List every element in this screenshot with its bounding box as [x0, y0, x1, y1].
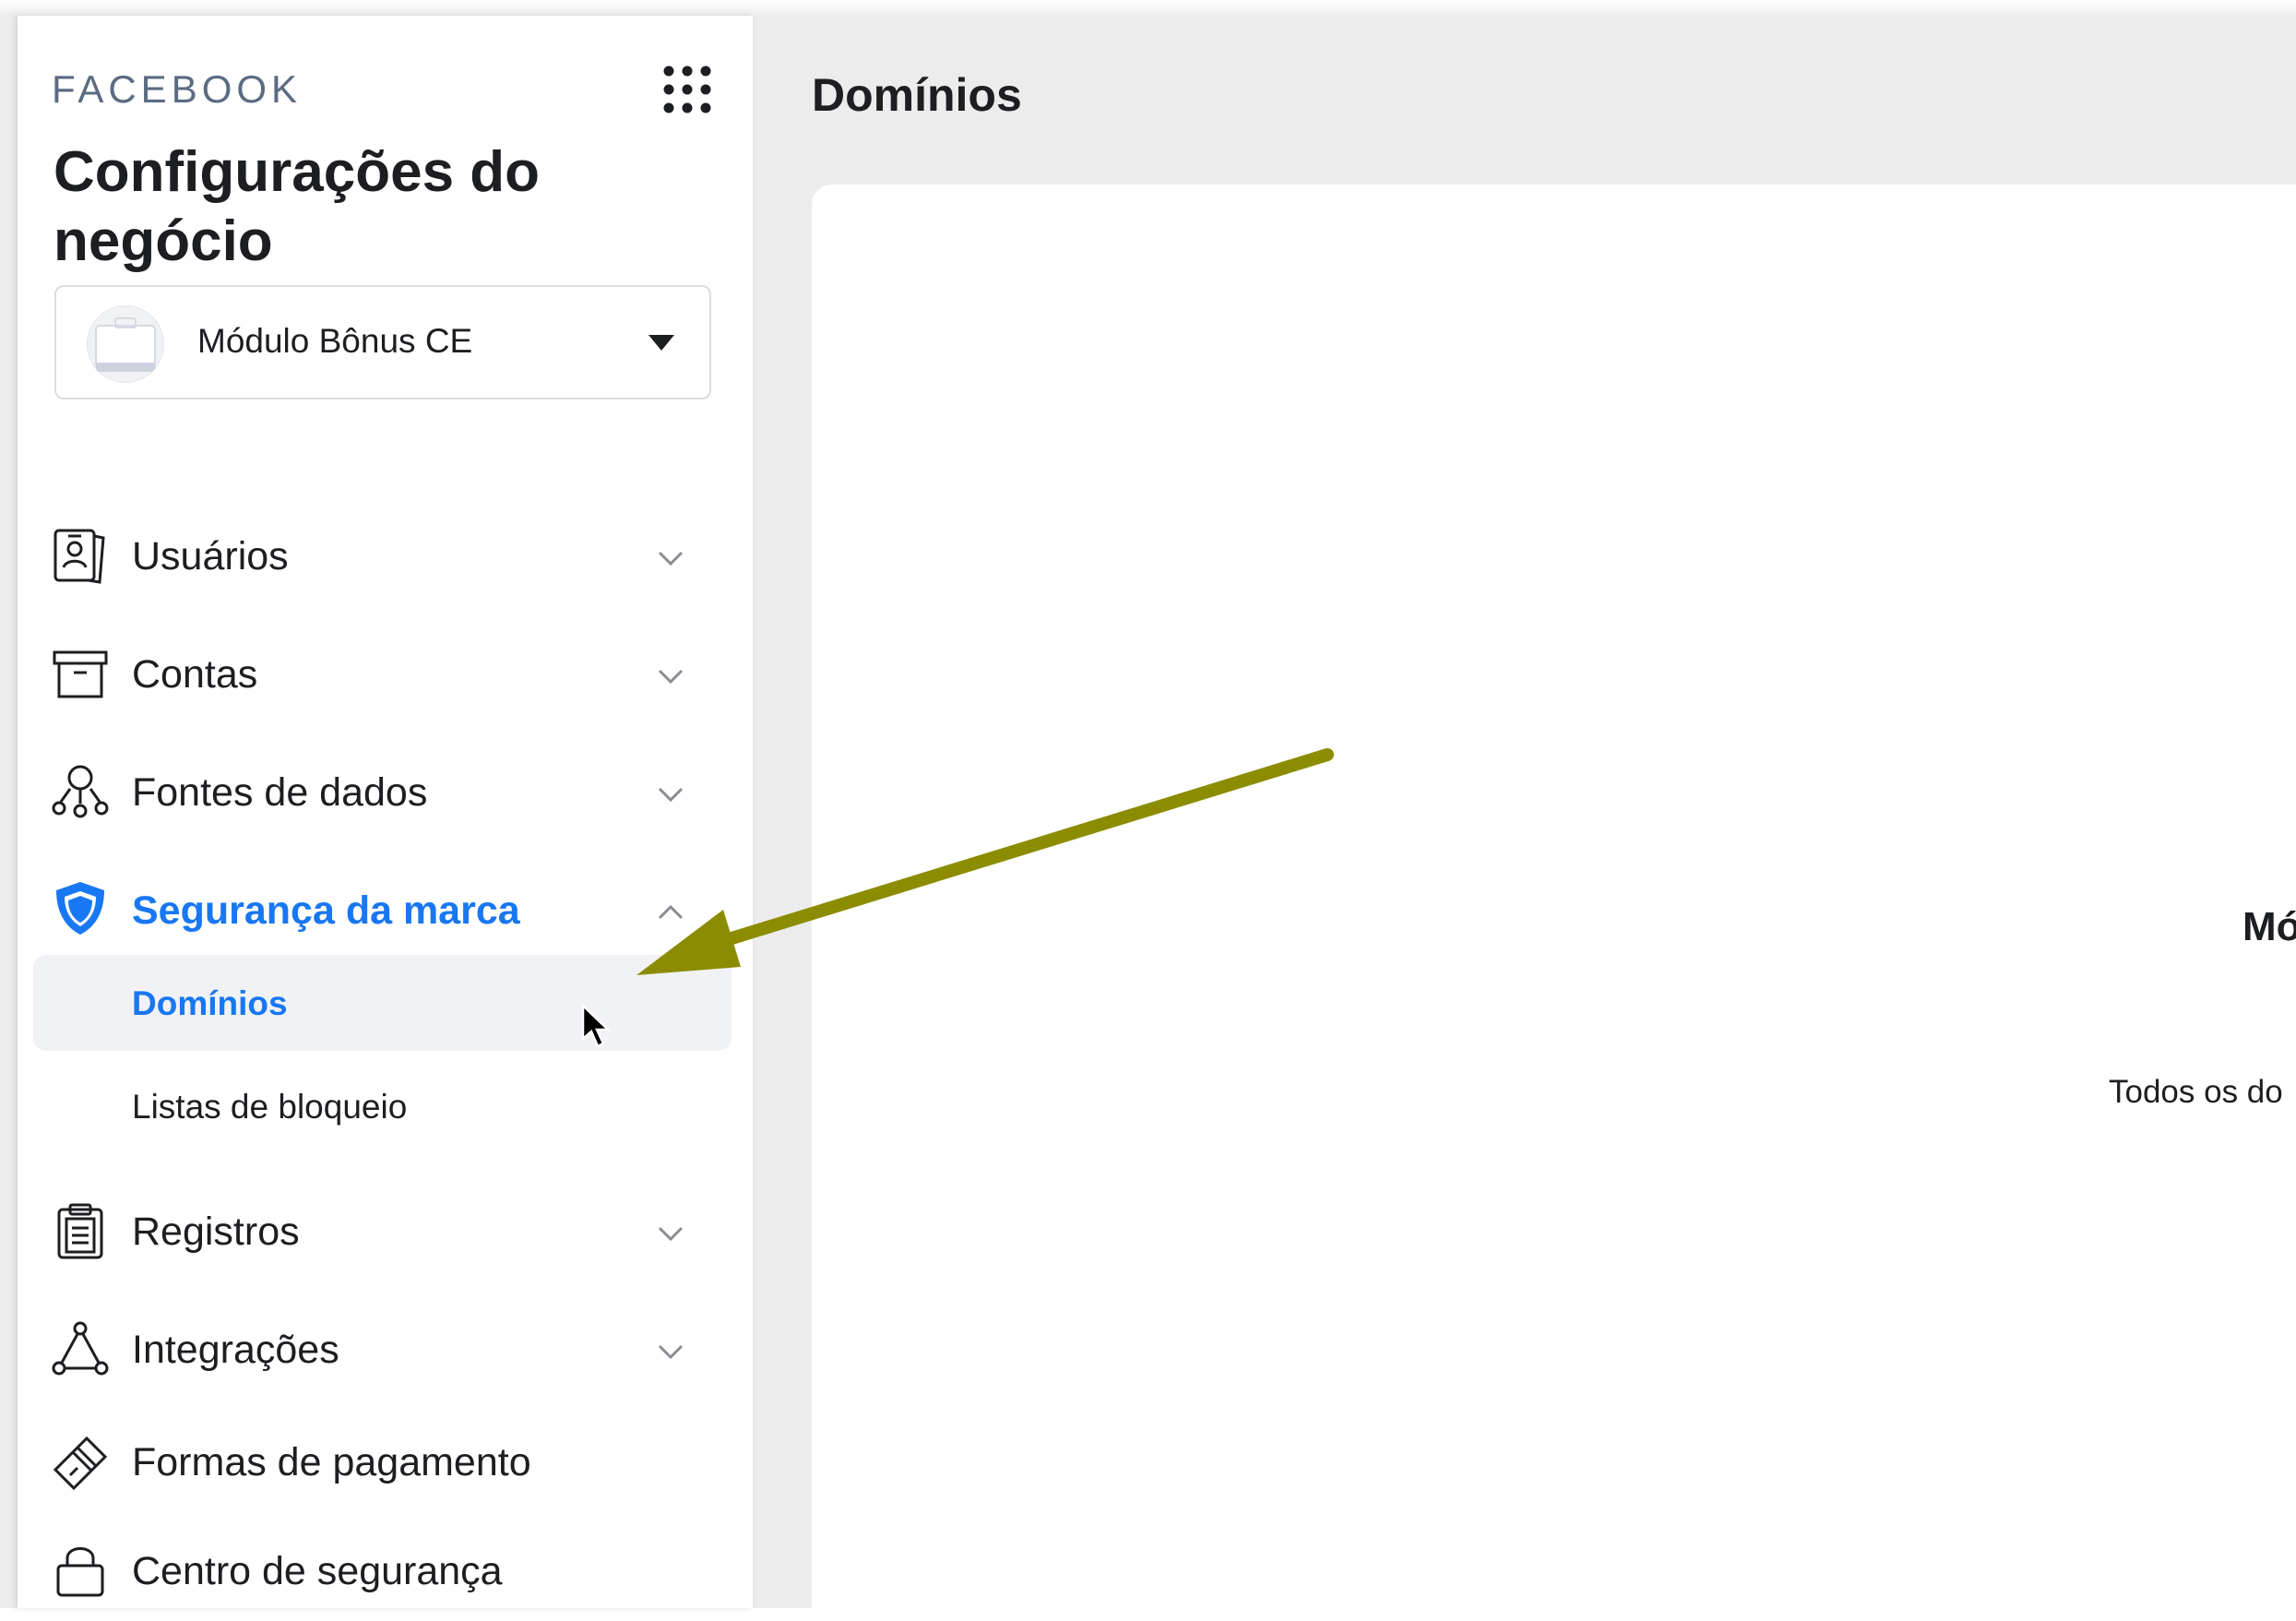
empty-state-title: Mó — [2242, 904, 2296, 949]
business-account-selector[interactable]: Módulo Bônus CE — [54, 285, 711, 399]
sidebar-item-centro-de-seguranca[interactable]: Centro de segurança — [18, 1529, 753, 1621]
sidebar-item-seguranca-da-marca[interactable]: Segurança da marca — [18, 866, 753, 959]
sidebar-title: Configurações do negócio — [54, 140, 541, 273]
page-title: Domínios — [812, 69, 1022, 121]
sidebar-item-label: Fontes de dados — [132, 770, 428, 815]
mouse-cursor-icon — [581, 1004, 612, 1048]
archive-box-icon — [53, 650, 108, 698]
users-badge-icon — [54, 529, 105, 584]
sidebar-item-fontes-de-dados[interactable]: Fontes de dados — [18, 748, 753, 840]
sidebar-subitem-dominios[interactable]: Domínios — [33, 955, 732, 1051]
clipboard-icon — [57, 1203, 103, 1259]
sidebar: FACEBOOK Configurações do negócio Módulo… — [18, 16, 753, 1608]
apps-grid-icon[interactable] — [660, 62, 715, 117]
shield-icon — [56, 882, 104, 935]
sidebar-item-label: Contas — [132, 652, 258, 697]
empty-state-description: Todos os do — [2109, 1074, 2283, 1110]
sidebar-subitem-label: Domínios — [132, 984, 288, 1022]
chevron-down-icon — [658, 1344, 684, 1360]
sidebar-item-label: Usuários — [132, 534, 289, 578]
sidebar-item-label: Integrações — [132, 1328, 339, 1372]
sidebar-item-contas[interactable]: Contas — [18, 630, 753, 722]
lock-icon — [56, 1547, 104, 1597]
credit-card-icon — [53, 1436, 108, 1491]
data-sources-icon — [52, 765, 109, 818]
sidebar-item-label: Formas de pagamento — [132, 1440, 531, 1484]
sidebar-subitem-label: Listas de bloqueio — [132, 1088, 408, 1126]
sidebar-item-label: Registros — [132, 1210, 300, 1254]
sidebar-item-usuarios[interactable]: Usuários — [18, 512, 753, 604]
integrations-icon — [52, 1321, 109, 1376]
sidebar-item-integracoes[interactable]: Integrações — [18, 1305, 753, 1398]
chevron-down-icon — [658, 1226, 684, 1242]
chevron-down-icon — [658, 787, 684, 803]
sidebar-item-formas-de-pagamento[interactable]: Formas de pagamento — [18, 1420, 753, 1512]
sidebar-item-label: Centro de segurança — [132, 1549, 503, 1593]
window-edge — [0, 0, 2296, 17]
brand-wordmark: FACEBOOK — [52, 67, 303, 111]
content-card — [812, 185, 2296, 1608]
account-name: Módulo Bônus CE — [197, 322, 473, 360]
caret-down-icon — [648, 335, 674, 351]
briefcase-icon — [95, 317, 156, 372]
chevron-down-icon — [658, 669, 684, 685]
chevron-up-icon — [658, 904, 684, 920]
sidebar-item-label: Segurança da marca — [132, 888, 520, 933]
sidebar-subitem-listas-de-bloqueio[interactable]: Listas de bloqueio — [33, 1058, 732, 1154]
app-screen: FACEBOOK Configurações do negócio Módulo… — [0, 0, 2296, 1608]
sidebar-item-registros[interactable]: Registros — [18, 1187, 753, 1280]
chevron-down-icon — [658, 551, 684, 566]
avatar — [87, 305, 164, 383]
